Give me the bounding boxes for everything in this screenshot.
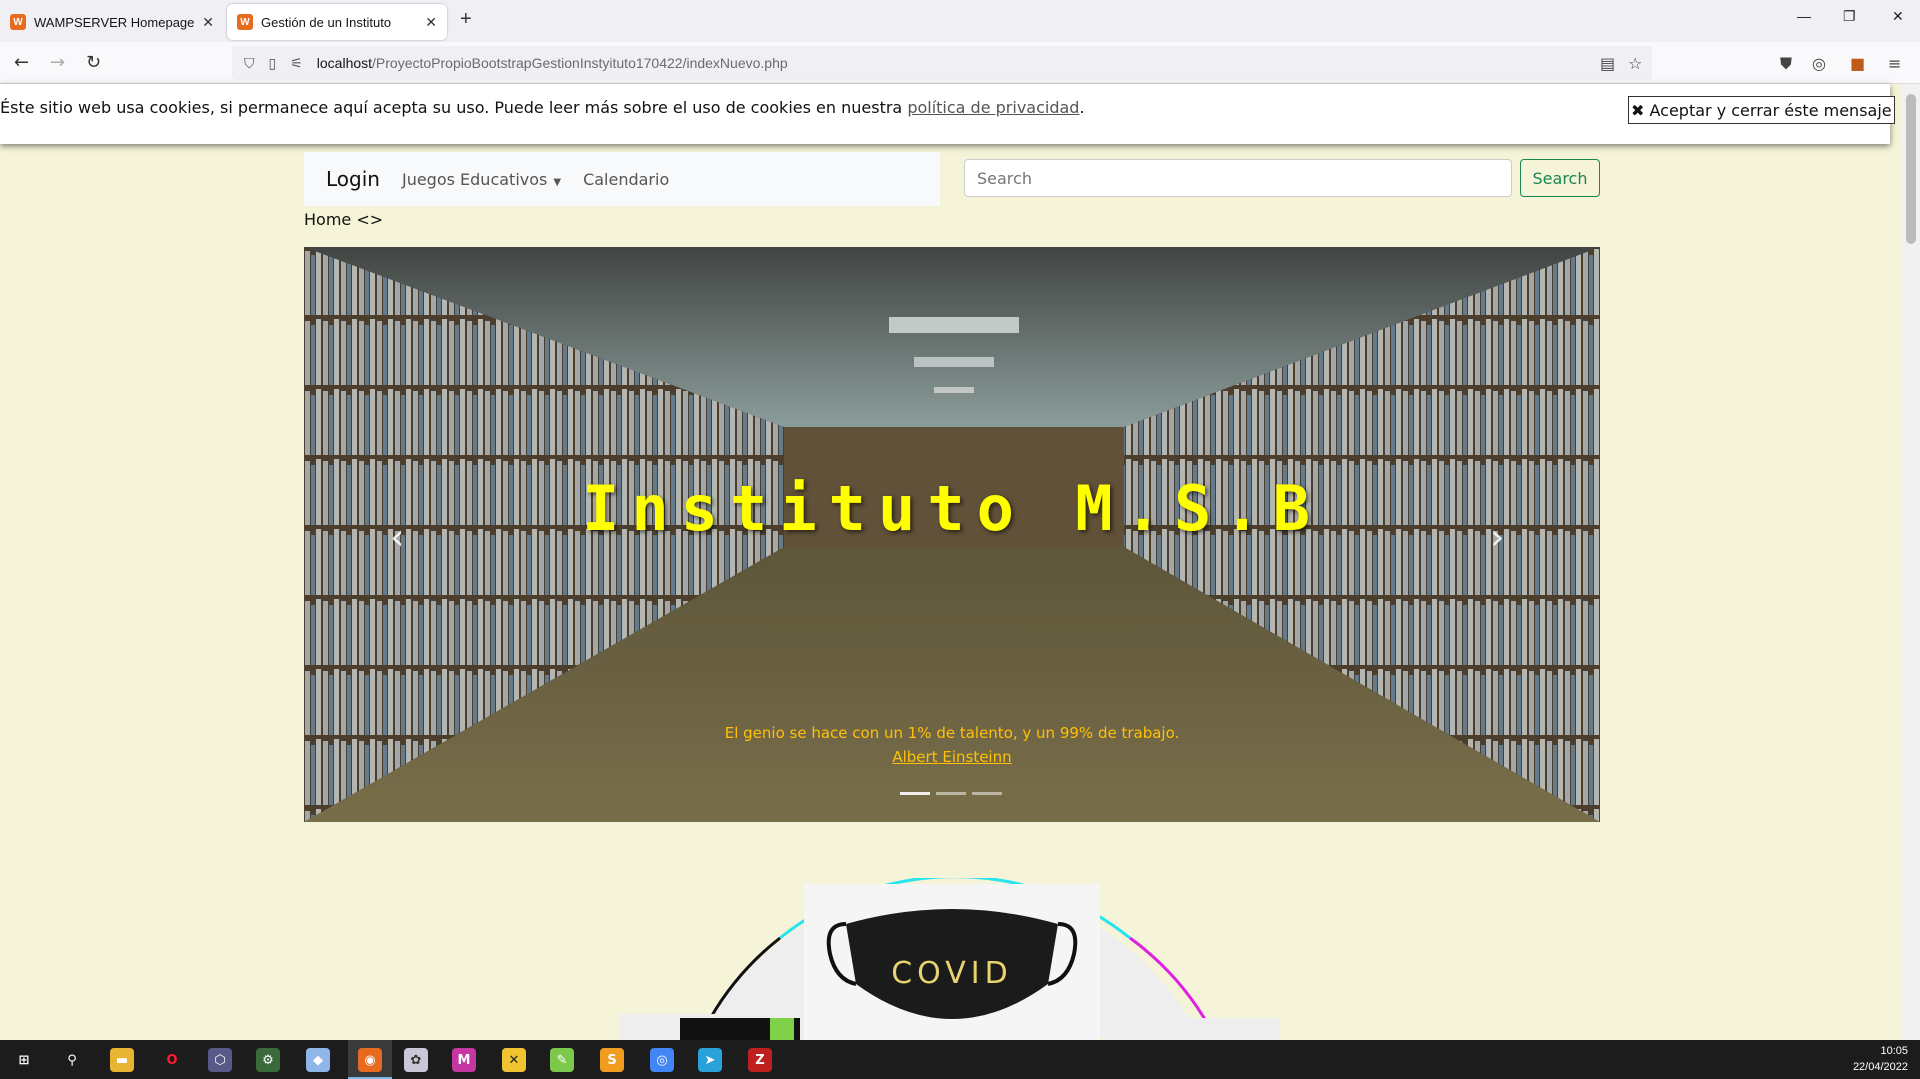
carousel-indicator[interactable] (972, 792, 1002, 795)
new-tab-button[interactable]: + (460, 8, 472, 31)
file-explorer-icon[interactable]: ▬ (110, 1048, 134, 1072)
windows-taskbar: ⊞ ⚲ ▬ O ⬡ ⚙ ◆ ◉ ✿ M ✕ ✎ S ◎ ➤ Z 10:05 22… (0, 1040, 1920, 1079)
forward-icon[interactable]: → (50, 52, 65, 73)
browser-tab-bar: W WAMPSERVER Homepage ✕ W Gestión de un … (0, 0, 1920, 42)
tab-wampserver[interactable]: W WAMPSERVER Homepage ✕ (0, 4, 224, 40)
tab-title: WAMPSERVER Homepage (34, 14, 195, 30)
wamp-favicon-icon: W (10, 14, 26, 30)
sync-icon[interactable]: ◎ (1812, 54, 1826, 73)
page-scrollbar[interactable] (1902, 84, 1920, 1044)
firefox-icon[interactable]: ◉ (358, 1048, 382, 1072)
breadcrumb[interactable]: Home <> (304, 210, 383, 229)
telegram-icon[interactable]: ➤ (698, 1048, 722, 1072)
scroll-thumb[interactable] (1906, 94, 1916, 244)
carousel-indicator[interactable] (936, 792, 966, 795)
app-brain-icon[interactable]: ✿ (404, 1048, 428, 1072)
site-title: Instituto M.S.B (582, 472, 1322, 545)
cookie-suffix: . (1079, 98, 1085, 117)
quote-author-link[interactable]: Albert Einsteinn (304, 745, 1600, 769)
carousel-indicator[interactable] (900, 792, 930, 795)
app-x-icon[interactable]: ✕ (502, 1048, 526, 1072)
quote-text: El genio se hace con un 1% de talento, y… (724, 724, 1180, 742)
nav-juegos-educativos[interactable]: Juegos Educativos ▼ (402, 170, 561, 189)
covid-label: COVID (891, 956, 1013, 991)
carousel-indicators (900, 792, 1002, 795)
accept-cookies-button[interactable]: ✖ Aceptar y cerrar éste mensaje (1628, 96, 1895, 124)
reload-icon[interactable]: ↻ (86, 52, 101, 73)
login-link[interactable]: Login (326, 167, 380, 191)
app-tool-icon[interactable]: ⚙ (256, 1048, 280, 1072)
reader-view-icon[interactable]: ▤ (1600, 54, 1615, 73)
close-tab-icon[interactable]: ✕ (425, 14, 437, 31)
extension-icon[interactable]: ■ (1850, 54, 1865, 73)
cookie-text: Éste sitio web usa cookies, si permanece… (0, 98, 1085, 117)
dropdown-caret-icon: ▼ (553, 176, 562, 188)
privacy-policy-link[interactable]: política de privacidad (907, 98, 1079, 117)
shield-icon[interactable]: ⛉ (244, 55, 255, 72)
search-icon[interactable]: ⚲ (60, 1048, 84, 1072)
url-host: localhost (316, 55, 373, 71)
restore-icon[interactable]: ❐ (1843, 8, 1856, 25)
opera-icon[interactable]: O (160, 1048, 184, 1072)
bookmark-star-icon[interactable]: ☆ (1628, 54, 1642, 73)
wamp-favicon-icon: W (237, 14, 253, 30)
app-m-icon[interactable]: M (452, 1048, 476, 1072)
chrome-icon[interactable]: ◎ (650, 1048, 674, 1072)
close-window-icon[interactable]: ✕ (1892, 8, 1904, 25)
sublime-icon[interactable]: S (600, 1048, 624, 1072)
menu-icon[interactable]: ≡ (1888, 54, 1901, 73)
tab-gestion-instituto[interactable]: W Gestión de un Instituto ✕ (227, 4, 447, 40)
clock-date: 22/04/2022 (1852, 1061, 1908, 1073)
tab-title: Gestión de un Instituto (261, 14, 392, 30)
permissions-icon[interactable]: ⚟ (290, 55, 303, 72)
hero-carousel: Instituto M.S.B ‹ › El genio se hace con… (304, 247, 1600, 822)
search-input[interactable] (964, 159, 1512, 197)
search-button[interactable]: Search (1520, 159, 1600, 197)
nav-juegos-label: Juegos Educativos (401, 169, 548, 189)
filezilla-icon[interactable]: Z (748, 1048, 772, 1072)
app-leaf-icon[interactable]: ✎ (550, 1048, 574, 1072)
url-bar[interactable]: ⛉ ▯ ⚟ localhost/ProyectoPropioBootstrapG… (232, 46, 1652, 80)
windows-start-icon[interactable]: ⊞ (12, 1048, 36, 1072)
back-icon[interactable]: ← (14, 52, 29, 73)
cookie-message: Éste sitio web usa cookies, si permanece… (0, 98, 908, 117)
cookie-banner: Éste sitio web usa cookies, si permanece… (0, 84, 1895, 144)
minimize-icon[interactable]: — (1797, 8, 1811, 24)
covid-card[interactable]: COVID (804, 884, 1100, 1044)
quote-caption: El genio se hace con un 1% de talento, y… (304, 721, 1600, 769)
pocket-icon[interactable]: ⛊ (1780, 54, 1792, 74)
carousel-next-icon[interactable]: › (1490, 517, 1504, 558)
browser-toolbar: ← → ↻ ⛉ ▯ ⚟ localhost/ProyectoPropioBoot… (0, 42, 1920, 84)
system-clock[interactable]: 10:05 22/04/2022 (1853, 1043, 1908, 1075)
site-navbar: Login Juegos Educativos ▼ Calendario (304, 152, 940, 206)
close-tab-icon[interactable]: ✕ (202, 14, 214, 31)
app-cube-icon[interactable]: ⬡ (208, 1048, 232, 1072)
clock-time: 10:05 (1880, 1045, 1908, 1057)
app-box-icon[interactable]: ◆ (306, 1048, 330, 1072)
nav-calendario[interactable]: Calendario (583, 170, 669, 189)
carousel-prev-icon[interactable]: ‹ (390, 517, 404, 558)
page-icon[interactable]: ▯ (269, 55, 277, 72)
url-path: /ProyectoPropioBootstrapGestionInstyitut… (372, 55, 788, 71)
